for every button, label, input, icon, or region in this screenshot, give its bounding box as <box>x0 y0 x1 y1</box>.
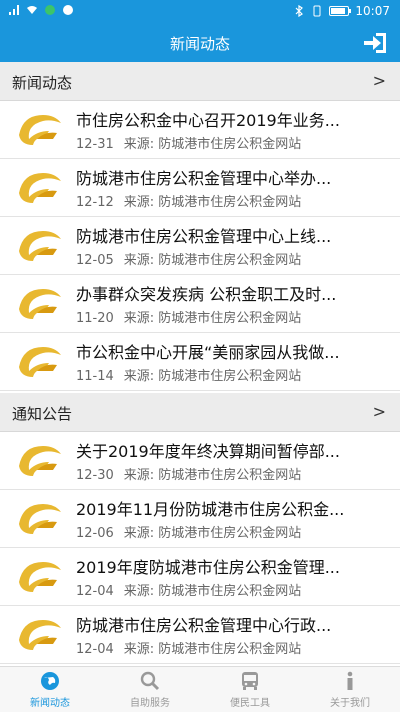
housing-fund-logo-icon <box>19 231 61 261</box>
news-title: 办事群众突发疾病 公积金职工及时... <box>76 285 337 304</box>
vibrate-icon <box>313 5 321 17</box>
more-arrow-icon[interactable]: > <box>373 71 386 90</box>
section-header-news[interactable]: 新闻动态 > <box>0 62 400 101</box>
housing-fund-logo-icon <box>19 504 61 534</box>
news-date: 12-31 <box>76 137 114 152</box>
news-title: 防城港市住房公积金管理中心上线... <box>76 227 332 246</box>
news-date: 11-14 <box>76 369 114 384</box>
notice-date: 12-04 <box>76 584 114 599</box>
app-notification-icon <box>45 5 55 15</box>
notice-source: 来源: 防城港市住房公积金网站 <box>123 642 302 657</box>
tab-self-service[interactable]: 自助服务 <box>100 667 200 712</box>
news-title: 防城港市住房公积金管理中心举办... <box>76 169 332 188</box>
notice-source: 来源: 防城港市住房公积金网站 <box>123 468 302 483</box>
notice-date: 12-06 <box>76 526 114 541</box>
news-date: 12-05 <box>76 253 114 268</box>
news-source: 来源: 防城港市住房公积金网站 <box>123 369 302 384</box>
notice-title: 关于2019年度年终决算期间暂停部... <box>76 442 340 461</box>
bus-icon <box>242 672 258 690</box>
logout-icon[interactable] <box>362 31 388 55</box>
tab-label: 便民工具 <box>230 698 270 709</box>
housing-fund-logo-icon <box>19 347 61 377</box>
list-item[interactable]: 防城港市住房公积金管理中心上线... 12-05 来源: 防城港市住房公积金网站 <box>0 217 400 275</box>
section-header-notices[interactable]: 通知公告 > <box>0 393 400 432</box>
notice-title: 2019年11月份防城港市住房公积金... <box>76 500 345 519</box>
tab-tools[interactable]: 便民工具 <box>200 667 300 712</box>
search-icon <box>140 671 160 691</box>
tab-label: 新闻动态 <box>30 698 70 709</box>
section-title: 通知公告 <box>12 405 73 423</box>
tab-label: 关于我们 <box>330 698 370 709</box>
signal-icon <box>9 5 19 15</box>
list-item[interactable]: 办事群众突发疾病 公积金职工及时... 11-20 来源: 防城港市住房公积金网站 <box>0 275 400 333</box>
list-item[interactable]: 市住房公积金中心召开2019年业务... 12-31 来源: 防城港市住房公积金网… <box>0 101 400 159</box>
housing-fund-logo-icon <box>19 446 61 476</box>
notice-date: 12-04 <box>76 642 114 657</box>
app-header: 新闻动态 <box>0 24 400 62</box>
tab-label: 自助服务 <box>130 698 170 709</box>
wifi-icon <box>27 6 37 14</box>
battery-icon <box>329 6 352 16</box>
notice-date: 12-30 <box>76 468 114 483</box>
news-date: 12-12 <box>76 195 114 210</box>
news-title: 市公积金中心开展“美丽家园从我做... <box>76 343 340 362</box>
news-date: 11-20 <box>76 311 114 326</box>
housing-fund-logo-icon <box>19 173 61 203</box>
news-source: 来源: 防城港市住房公积金网站 <box>123 311 302 326</box>
housing-fund-logo-icon <box>19 620 61 650</box>
tab-news[interactable]: 新闻动态 <box>0 667 100 712</box>
housing-fund-logo-icon <box>19 115 61 145</box>
globe-icon <box>41 672 59 690</box>
chat-notification-icon <box>63 5 73 15</box>
notice-source: 来源: 防城港市住房公积金网站 <box>123 526 302 541</box>
info-icon <box>347 671 353 690</box>
list-item[interactable]: 市公积金中心开展“美丽家园从我做... 11-14 来源: 防城港市住房公积金网站 <box>0 333 400 391</box>
list-item[interactable]: 防城港市住房公积金管理中心举办... 12-12 来源: 防城港市住房公积金网站 <box>0 159 400 217</box>
more-arrow-icon[interactable]: > <box>373 402 386 421</box>
bottom-tab-bar: 新闻动态 自助服务 便民工具 关于我们 <box>0 666 400 712</box>
news-source: 来源: 防城港市住房公积金网站 <box>123 137 302 152</box>
status-time: 10:07 <box>355 4 390 18</box>
section-title: 新闻动态 <box>12 74 73 92</box>
housing-fund-logo-icon <box>19 562 61 592</box>
list-item[interactable]: 防城港市住房公积金管理中心行政... 12-04 来源: 防城港市住房公积金网站 <box>0 606 400 664</box>
notice-title: 防城港市住房公积金管理中心行政... <box>76 616 332 635</box>
list-item[interactable]: 2019年11月份防城港市住房公积金... 12-06 来源: 防城港市住房公积金… <box>0 490 400 548</box>
news-title: 市住房公积金中心召开2019年业务... <box>76 111 340 130</box>
page-title: 新闻动态 <box>169 35 230 53</box>
bluetooth-icon <box>295 5 304 17</box>
tab-about[interactable]: 关于我们 <box>300 667 400 712</box>
notice-title: 2019年度防城港市住房公积金管理... <box>76 558 340 577</box>
status-bar: 10:07 <box>0 0 400 24</box>
notice-source: 来源: 防城港市住房公积金网站 <box>123 584 302 599</box>
housing-fund-logo-icon <box>19 289 61 319</box>
news-source: 来源: 防城港市住房公积金网站 <box>123 195 302 210</box>
list-item[interactable]: 关于2019年度年终决算期间暂停部... 12-30 来源: 防城港市住房公积金网… <box>0 432 400 490</box>
news-source: 来源: 防城港市住房公积金网站 <box>123 253 302 268</box>
list-item[interactable]: 2019年度防城港市住房公积金管理... 12-04 来源: 防城港市住房公积金网… <box>0 548 400 606</box>
